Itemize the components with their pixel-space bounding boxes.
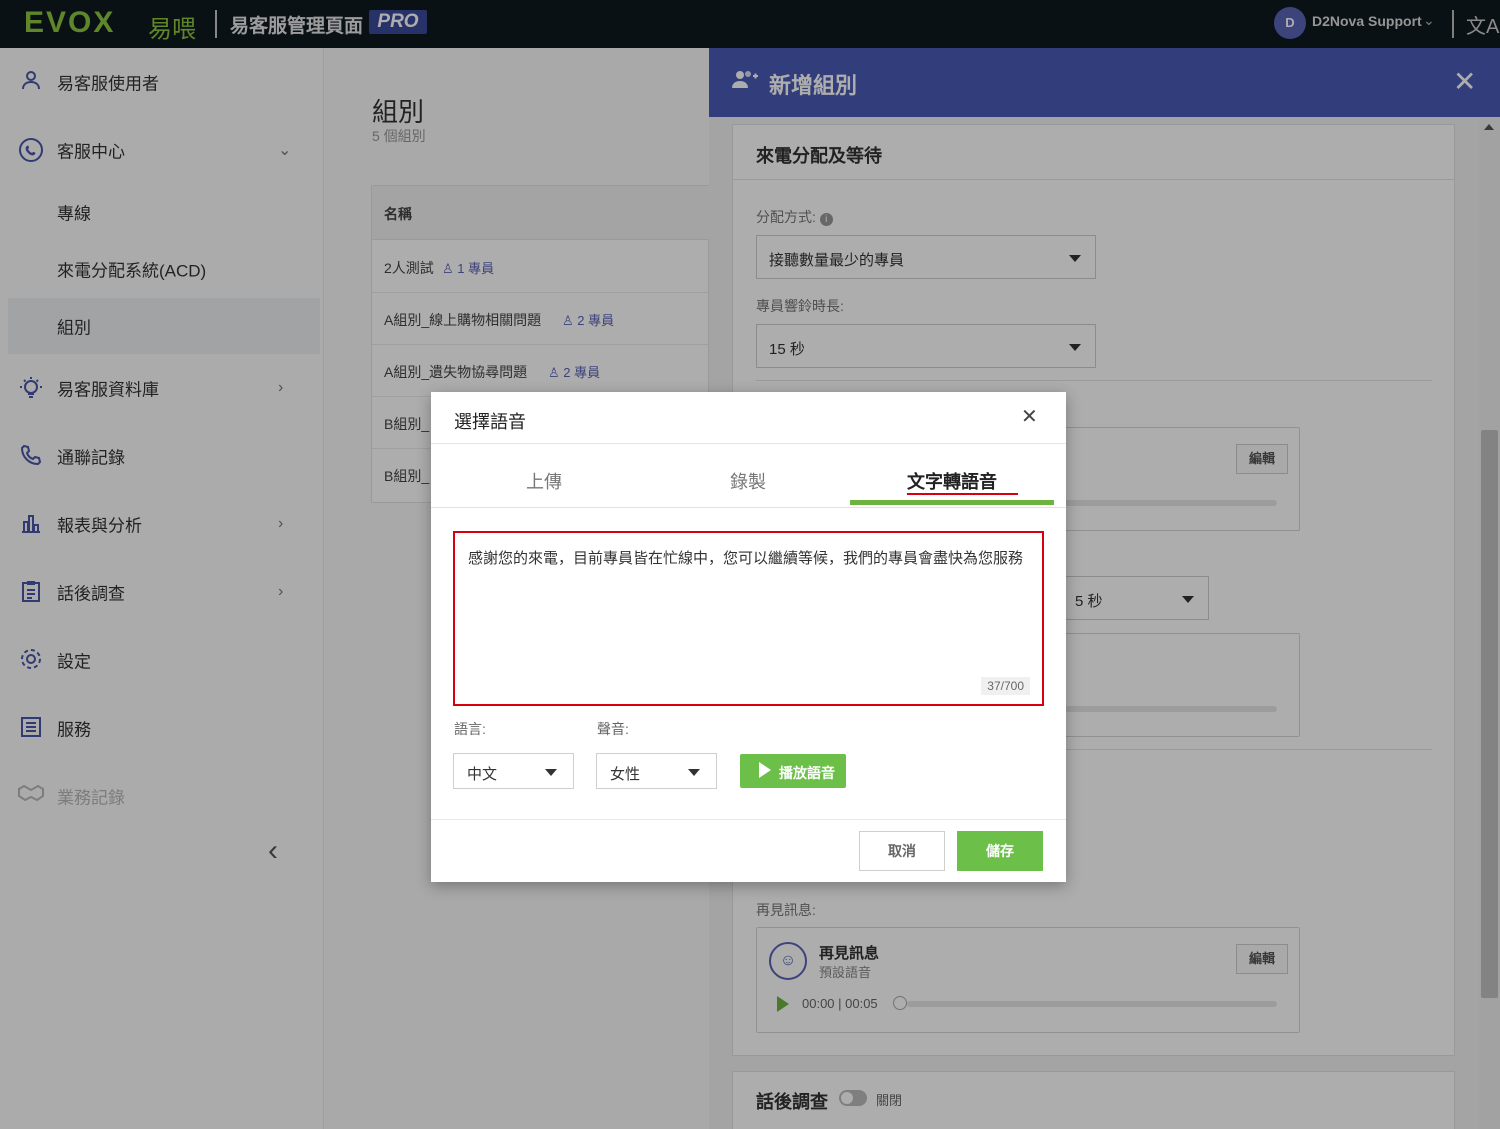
highlight-underline — [907, 493, 1018, 495]
voice-label: 聲音: — [597, 721, 629, 737]
tab-text-to-speech[interactable]: 文字轉語音 — [850, 444, 1054, 508]
tab-label: 上傳 — [526, 472, 562, 492]
active-tab-indicator — [850, 500, 1054, 505]
select-value: 中文 — [467, 766, 498, 783]
char-count: 37/700 — [981, 677, 1030, 695]
voice-select[interactable]: 女性 — [596, 753, 717, 789]
language-label: 語言: — [454, 721, 486, 737]
tab-label: 文字轉語音 — [907, 472, 997, 492]
select-value: 女性 — [610, 766, 641, 783]
play-voice-button[interactable]: 播放語音 — [740, 754, 846, 788]
caret-down-icon — [545, 769, 557, 776]
tab-label: 錄製 — [730, 472, 766, 492]
caret-down-icon — [688, 769, 700, 776]
modal-title: 選擇語音 — [454, 412, 526, 432]
divider — [431, 819, 1066, 820]
close-icon[interactable]: ✕ — [1021, 404, 1038, 429]
play-label: 播放語音 — [779, 765, 835, 781]
tts-textarea[interactable]: 感謝您的來電，目前專員皆在忙線中，您可以繼續等候，我們的專員會盡快為您服務 37… — [453, 531, 1044, 706]
play-icon — [759, 762, 771, 778]
modal-header: 選擇語音 ✕ — [431, 392, 1066, 444]
cancel-button[interactable]: 取消 — [859, 831, 945, 871]
select-voice-modal: 選擇語音 ✕ 上傳 錄製 文字轉語音 感謝您的來電，目前專員皆在忙線中，您可以繼… — [431, 392, 1066, 882]
voice-source-tabs: 上傳 錄製 文字轉語音 — [431, 444, 1066, 508]
language-select[interactable]: 中文 — [453, 753, 574, 789]
tab-upload[interactable]: 上傳 — [442, 444, 646, 508]
tts-text[interactable]: 感謝您的來電，目前專員皆在忙線中，您可以繼續等候，我們的專員會盡快為您服務 — [468, 547, 1030, 570]
save-button[interactable]: 儲存 — [957, 831, 1043, 871]
tab-record[interactable]: 錄製 — [646, 444, 850, 508]
